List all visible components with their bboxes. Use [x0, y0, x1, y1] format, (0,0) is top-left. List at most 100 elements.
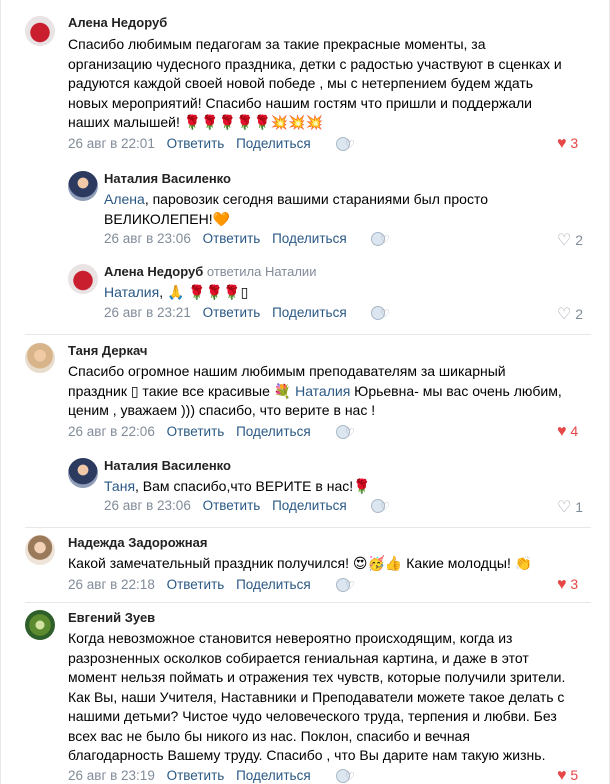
divider: [25, 602, 591, 603]
avatar[interactable]: [68, 171, 98, 201]
comment-date[interactable]: 26 авг в 23:19: [68, 768, 155, 783]
like-button[interactable]: ♡ 1: [557, 497, 583, 517]
author-name[interactable]: Таня Деркач: [68, 343, 147, 358]
comment-date[interactable]: 26 авг в 23:06: [104, 231, 191, 246]
comment-meta: 26 авг в 22:18 Ответить Поделиться: [68, 577, 319, 592]
comment-meta: 26 авг в 23:06 Ответить Поделиться: [104, 231, 355, 246]
comment-date[interactable]: 26 авг в 22:01: [68, 136, 155, 151]
like-button[interactable]: ♡ 2: [557, 230, 583, 250]
reply-button[interactable]: Ответить: [167, 577, 225, 592]
comment-text: Таня, Вам спасибо,что ВЕРИТЕ в нас!🌹: [104, 477, 371, 497]
share-button[interactable]: Поделиться: [236, 424, 311, 439]
like-count: 3: [570, 576, 579, 592]
heart-icon: ♡: [557, 306, 572, 323]
comment-line: новых мероприятий! Спасибо нашим гостям …: [68, 94, 533, 111]
avatar[interactable]: [25, 610, 55, 640]
share-button[interactable]: Поделиться: [236, 136, 311, 151]
heart-icon: ♥: [557, 423, 567, 440]
avatar[interactable]: [25, 535, 55, 565]
reply-button[interactable]: Ответить: [167, 768, 225, 783]
like-count: 2: [575, 232, 584, 248]
reaction-icon[interactable]: ♡: [336, 137, 358, 153]
comment-line: Когда невозможное становится невероятно …: [68, 630, 513, 646]
heart-icon: ♥: [557, 767, 567, 784]
comment-date[interactable]: 26 авг в 22:06: [68, 424, 155, 439]
avatar[interactable]: [68, 264, 98, 294]
like-count: 3: [570, 135, 579, 151]
comment-line: , 🙏 🌹🌹🌹▯: [159, 284, 249, 300]
comment-date[interactable]: 26 авг в 23:06: [104, 498, 191, 513]
comment-meta: 26 авг в 22:06 Ответить Поделиться: [68, 424, 319, 439]
share-button[interactable]: Поделиться: [272, 231, 347, 246]
heart-icon: ♥: [557, 576, 567, 593]
author-name[interactable]: Алена Недоруб: [68, 15, 167, 30]
mention-link[interactable]: Алена: [104, 191, 145, 207]
comments-panel: Алена Недоруб Спасибо любимым педагогам …: [0, 0, 610, 784]
author-name[interactable]: Надежда Задорожная: [68, 535, 207, 550]
comment-line: Как Вы, наши Учителя, Наставники и Препо…: [68, 688, 565, 705]
reaction-icon[interactable]: ♡: [336, 769, 358, 784]
author-name-link[interactable]: Алена Недоруб: [104, 264, 203, 279]
comment-date[interactable]: 26 авг в 23:21: [104, 305, 191, 320]
mention-link[interactable]: Наталия: [295, 383, 350, 399]
author-name[interactable]: Наталия Василенко: [104, 458, 231, 473]
comment-line: ВЕЛИКОЛЕПЕН!🧡: [104, 210, 231, 227]
reply-button[interactable]: Ответить: [203, 498, 261, 513]
comment-line: момент нельзя поймать и отражения тех чу…: [68, 669, 566, 685]
reaction-icon[interactable]: ♡: [336, 425, 358, 441]
comment-text: Какой замечательный праздник получился! …: [68, 555, 533, 571]
like-button[interactable]: ♥ 3: [557, 135, 578, 153]
like-button[interactable]: ♥ 3: [557, 576, 578, 594]
mention-link[interactable]: Наталия: [104, 284, 159, 300]
comment-line: наших малышей! 🌹🌹🌹🌹🌹💥💥💥: [68, 114, 324, 130]
replied-to[interactable]: ответила Наталии: [207, 264, 317, 279]
comment-line: праздник ▯ такие все красивые 💐: [68, 382, 296, 399]
comment-text: Когда невозможное становится невероятно …: [68, 629, 565, 766]
reply-button[interactable]: Ответить: [203, 305, 261, 320]
comment-line: разрозненных осколков собирается гениаль…: [68, 649, 529, 666]
reply-button[interactable]: Ответить: [167, 424, 225, 439]
share-button[interactable]: Поделиться: [236, 577, 311, 592]
comment-meta: 26 авг в 22:01 Ответить Поделиться: [68, 136, 319, 151]
comment-line: благодарность Вашему труду. Спасибо , чт…: [68, 747, 546, 763]
share-button[interactable]: Поделиться: [272, 498, 347, 513]
comment-meta: 26 авг в 23:21 Ответить Поделиться: [104, 305, 355, 320]
comment-line: организацию чудесного праздника, детки с…: [68, 55, 562, 72]
author-name: Алена Недоруб ответила Наталии: [104, 264, 316, 279]
comment-line: Юрьевна- мы вас очень любим,: [350, 382, 562, 399]
like-button[interactable]: ♡ 2: [557, 304, 583, 324]
reply-button[interactable]: Ответить: [167, 136, 225, 151]
comment-line: , паровозик сегодня вашими стараниями бы…: [144, 191, 488, 207]
reaction-icon[interactable]: ♡: [371, 232, 393, 248]
reaction-icon[interactable]: ♡: [371, 306, 393, 322]
share-button[interactable]: Поделиться: [272, 305, 347, 320]
avatar[interactable]: [25, 343, 55, 373]
share-button[interactable]: Поделиться: [236, 768, 311, 783]
comment-date[interactable]: 26 авг в 22:18: [68, 577, 155, 592]
comment-text: Алена, паровозик сегодня вашими старания…: [104, 190, 488, 229]
author-name[interactable]: Евгений Зуев: [68, 610, 155, 625]
like-count: 4: [570, 423, 579, 439]
comment-line: всех вас не было бы никого из нас. Покло…: [68, 727, 470, 744]
like-count: 5: [570, 767, 579, 783]
comment-line: ценим , уважаем ))) спасибо, что верите …: [68, 402, 376, 418]
comment-meta: 26 авг в 23:06 Ответить Поделиться: [104, 498, 355, 513]
comment-line: Спасибо любимым педагогам за такие прекр…: [68, 36, 486, 52]
heart-icon: ♡: [557, 499, 572, 516]
comment-text: Спасибо любимым педагогам за такие прекр…: [68, 35, 562, 133]
avatar[interactable]: [68, 458, 98, 488]
divider: [25, 334, 591, 335]
reaction-icon[interactable]: ♡: [371, 499, 393, 515]
like-button[interactable]: ♥ 5: [557, 767, 578, 784]
author-name[interactable]: Наталия Василенко: [104, 171, 231, 186]
reaction-icon[interactable]: ♡: [336, 578, 358, 594]
avatar[interactable]: [25, 16, 55, 46]
mention-link[interactable]: Таня: [104, 478, 135, 494]
like-button[interactable]: ♥ 4: [557, 423, 578, 441]
heart-icon: ♥: [557, 135, 567, 152]
comment-line: нашими детьми? Чистое чудо человеческого…: [68, 708, 557, 724]
like-count: 1: [575, 499, 584, 515]
heart-icon: ♡: [557, 232, 572, 249]
comment-meta: 26 авг в 23:19 Ответить Поделиться: [68, 768, 319, 783]
reply-button[interactable]: Ответить: [203, 231, 261, 246]
